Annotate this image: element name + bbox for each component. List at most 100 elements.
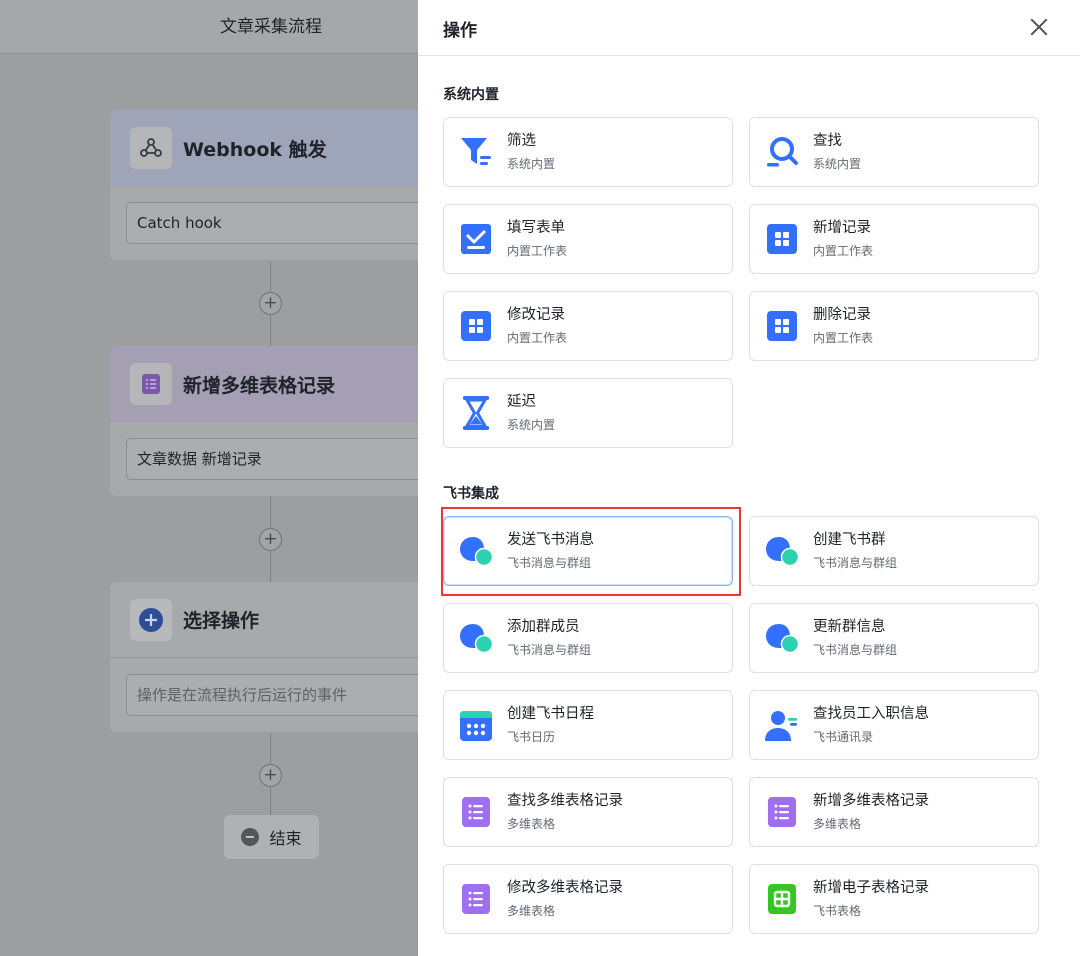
add-step-button[interactable]: + bbox=[259, 292, 282, 315]
action-category: 内置工作表 bbox=[507, 244, 568, 258]
action-name: 新增多维表格记录 bbox=[813, 793, 929, 809]
action-card[interactable]: 发送飞书消息 飞书消息与群组 bbox=[443, 516, 733, 586]
action-category: 内置工作表 bbox=[813, 331, 874, 345]
end-node[interactable]: 结束 bbox=[224, 815, 319, 859]
bitable-icon bbox=[130, 363, 172, 405]
action-name: 创建飞书群 bbox=[813, 532, 886, 548]
section-title-feishu: 飞书集成 bbox=[443, 486, 499, 502]
system-actions-grid: 筛选 系统内置 查找 系统内置 填写表单 内置工作表 新增记录 内置工作表 修改记录 内置工作表删… bbox=[443, 117, 1039, 448]
contact-icon-graphic bbox=[765, 711, 797, 741]
action-card-text: 删除记录 内置工作表 bbox=[813, 305, 873, 347]
action-card[interactable]: 更新群信息飞书消息与群组 bbox=[749, 603, 1039, 673]
chat-icon bbox=[764, 620, 800, 656]
action-category: 内置工作表 bbox=[507, 331, 568, 345]
add-circle-icon bbox=[130, 598, 172, 641]
action-card-text: 新增电子表格记录 飞书表格 bbox=[813, 878, 929, 920]
action-card[interactable]: 延迟 系统内置 bbox=[443, 378, 733, 448]
section-title-system: 系统内置 bbox=[443, 87, 499, 103]
node-title: 新增多维表格记录 bbox=[183, 374, 336, 397]
action-card[interactable]: 修改多维表格记录 多维表格 bbox=[443, 864, 733, 934]
sheet-icon-graphic bbox=[768, 884, 796, 914]
action-category: 飞书消息与群组 bbox=[813, 643, 898, 657]
action-card[interactable]: 查找 系统内置 bbox=[749, 117, 1039, 187]
action-name: 修改记录 bbox=[507, 307, 565, 323]
action-card[interactable]: 填写表单 内置工作表 bbox=[443, 204, 733, 274]
action-name: 删除记录 bbox=[813, 307, 871, 323]
minus-circle-icon bbox=[241, 828, 260, 846]
action-name: 延迟 bbox=[507, 394, 536, 410]
grid-icon-graphic bbox=[767, 224, 797, 254]
action-category: 系统内置 bbox=[813, 157, 862, 171]
hourglass-icon-graphic bbox=[463, 396, 489, 430]
action-category: 多维表格 bbox=[507, 904, 556, 918]
feishu-actions-grid: 发送飞书消息 飞书消息与群组 创建飞书群 飞书消息与群组 添加群成员 飞书消息与群组 更新群… bbox=[443, 516, 1039, 934]
canvas-topbar: 文章采集流程 bbox=[0, 0, 418, 54]
action-card[interactable]: 查找员工入职信息 飞书通讯录 bbox=[749, 690, 1039, 760]
bitable-icon-graphic bbox=[768, 797, 796, 827]
action-card-text: 填写表单 内置工作表 bbox=[507, 218, 567, 260]
action-card[interactable]: 修改记录 内置工作表 bbox=[443, 291, 733, 361]
node-summary-field[interactable]: 文章数据 新增记录 bbox=[126, 438, 418, 480]
action-card-text: 新增记录 内置工作表 bbox=[813, 218, 873, 260]
bitable-icon bbox=[458, 794, 494, 830]
grid-icon bbox=[764, 308, 800, 344]
flow-canvas: 文章采集流程 + + + Webhook 触发 Catch hook 新增多维表… bbox=[0, 0, 418, 956]
action-name: 更新群信息 bbox=[813, 619, 886, 635]
webhook-icon bbox=[130, 127, 172, 169]
action-name: 填写表单 bbox=[507, 220, 565, 236]
end-label: 结束 bbox=[269, 829, 302, 848]
trigger-node[interactable]: Webhook 触发 Catch hook bbox=[110, 110, 418, 260]
node-summary-field[interactable]: Catch hook bbox=[126, 202, 418, 244]
search-icon bbox=[764, 134, 800, 170]
action-name: 筛选 bbox=[507, 133, 536, 149]
action-card[interactable]: 新增多维表格记录 多维表格 bbox=[749, 777, 1039, 847]
action-card[interactable]: 筛选 系统内置 bbox=[443, 117, 733, 187]
action-name: 查找员工入职信息 bbox=[813, 706, 929, 722]
select-action-node[interactable]: 选择操作 操作是在流程执行后运行的事件 bbox=[110, 582, 418, 732]
filter-icon bbox=[458, 134, 494, 170]
node-summary-field[interactable]: 操作是在流程执行后运行的事件 bbox=[126, 674, 418, 716]
node-header: 选择操作 bbox=[110, 582, 418, 658]
chat-icon-graphic bbox=[460, 537, 494, 567]
action-category: 飞书消息与群组 bbox=[507, 643, 592, 657]
grid-icon-graphic bbox=[461, 311, 491, 341]
action-card[interactable]: 新增记录 内置工作表 bbox=[749, 204, 1039, 274]
action-card-text: 延迟 系统内置 bbox=[507, 392, 555, 434]
action-node[interactable]: 新增多维表格记录 文章数据 新增记录 bbox=[110, 346, 418, 496]
action-card[interactable]: 创建飞书日程 飞书日历 bbox=[443, 690, 733, 760]
node-body: Catch hook bbox=[110, 186, 418, 260]
action-name: 添加群成员 bbox=[507, 619, 580, 635]
actions-panel: 操作 系统内置 筛选 系统内置 查找 系统内置 填写表单 内置工作表 新增记录 内置工作表 修改… bbox=[418, 0, 1080, 956]
action-card-text: 查找多维表格记录 多维表格 bbox=[507, 791, 623, 833]
action-card[interactable]: 查找多维表格记录 多维表格 bbox=[443, 777, 733, 847]
action-card[interactable]: 新增电子表格记录 飞书表格 bbox=[749, 864, 1039, 934]
chat-icon-graphic bbox=[460, 624, 494, 654]
add-step-button[interactable]: + bbox=[259, 764, 282, 787]
action-card-text: 创建飞书日程 飞书日历 bbox=[507, 704, 594, 746]
action-name: 新增记录 bbox=[813, 220, 871, 236]
action-card[interactable]: 删除记录 内置工作表 bbox=[749, 291, 1039, 361]
action-card[interactable]: 创建飞书群 飞书消息与群组 bbox=[749, 516, 1039, 586]
action-category: 内置工作表 bbox=[813, 244, 874, 258]
node-body: 操作是在流程执行后运行的事件 bbox=[110, 658, 418, 732]
chat-icon bbox=[458, 533, 494, 569]
action-card-text: 更新群信息飞书消息与群组 bbox=[813, 617, 897, 659]
add-step-button[interactable]: + bbox=[259, 528, 282, 551]
form-icon-graphic bbox=[461, 224, 491, 254]
action-name: 发送飞书消息 bbox=[507, 532, 594, 548]
action-card-text: 修改记录 内置工作表 bbox=[507, 305, 567, 347]
hourglass-icon bbox=[458, 395, 494, 431]
action-category: 飞书通讯录 bbox=[813, 730, 874, 744]
node-title: Webhook 触发 bbox=[183, 138, 327, 161]
action-category: 飞书消息与群组 bbox=[507, 556, 592, 570]
action-card[interactable]: 添加群成员飞书消息与群组 bbox=[443, 603, 733, 673]
chat-icon bbox=[458, 620, 494, 656]
grid-icon-graphic bbox=[767, 311, 797, 341]
calendar-icon bbox=[458, 707, 494, 743]
bitable-icon bbox=[458, 881, 494, 917]
calendar-icon-graphic bbox=[460, 711, 492, 741]
action-card-text: 发送飞书消息 飞书消息与群组 bbox=[507, 530, 594, 572]
action-card-text: 创建飞书群 飞书消息与群组 bbox=[813, 530, 897, 572]
action-category: 飞书表格 bbox=[813, 904, 862, 918]
close-icon[interactable] bbox=[1028, 16, 1050, 38]
